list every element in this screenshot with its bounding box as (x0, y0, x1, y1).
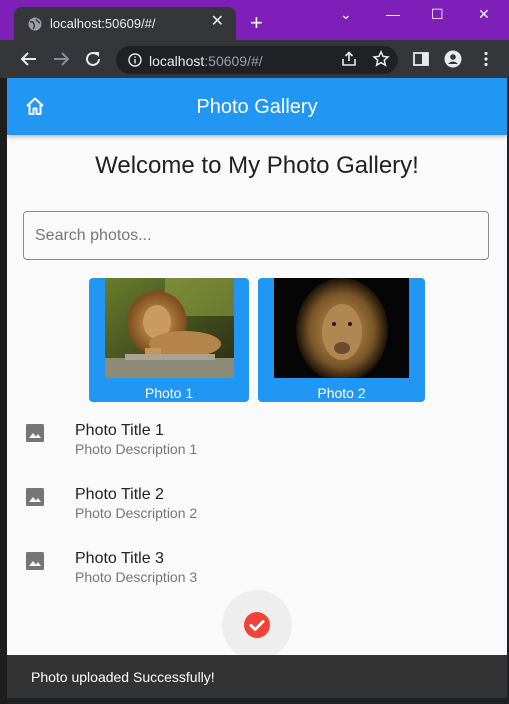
welcome-heading: Welcome to My Photo Gallery! (95, 152, 419, 179)
menu-dots-icon[interactable] (477, 50, 495, 68)
globe-icon (28, 17, 42, 31)
snackbar-message: Photo uploaded Successfully! (31, 669, 215, 685)
tab-title: localhost:50609/#/ (50, 16, 156, 31)
app-title: Photo Gallery (196, 96, 318, 118)
lion-photo-2 (274, 278, 409, 378)
snackbar: Photo uploaded Successfully! (7, 655, 507, 698)
url-text: localhost:50609/#/ (149, 53, 263, 69)
list-item-title: Photo Title 2 (75, 486, 164, 503)
url-path: :50609/#/ (204, 53, 263, 69)
photo-card-2[interactable]: Photo 2 (258, 278, 425, 402)
bookmark-star-icon[interactable] (372, 50, 390, 68)
list-item[interactable]: Photo Title 1 Photo Description 1 (7, 418, 507, 478)
photo-caption-2: Photo 2 (317, 385, 366, 401)
app-viewport: Photo Gallery Welcome to My Photo Galler… (7, 78, 507, 698)
tab-search-icon[interactable]: ⌄ (340, 6, 352, 23)
close-window-button[interactable]: ✕ (478, 6, 490, 23)
reload-icon[interactable] (82, 48, 104, 70)
url-host: localhost (149, 53, 205, 69)
tab-close-icon[interactable]: ✕ (211, 14, 224, 30)
site-info-icon[interactable] (128, 53, 142, 67)
share-icon[interactable] (340, 50, 358, 68)
image-icon (26, 488, 44, 506)
search-input[interactable] (23, 211, 489, 260)
check-circle-icon (244, 612, 270, 638)
list-item-title: Photo Title 3 (75, 550, 164, 567)
minimize-button[interactable]: — (386, 6, 400, 22)
list-item-description: Photo Description 2 (75, 505, 198, 521)
app-bar: Photo Gallery (7, 78, 507, 135)
side-panel-icon[interactable] (412, 50, 430, 68)
new-tab-button[interactable]: + (250, 12, 263, 34)
forward-icon[interactable] (50, 48, 72, 70)
title-bar: localhost:50609/#/ ✕ + ⌄ — ☐ ✕ (0, 0, 509, 40)
window-edge (0, 78, 7, 704)
photo-card-1[interactable]: Photo 1 (89, 278, 249, 402)
profile-icon[interactable] (444, 50, 462, 68)
list-item[interactable]: Photo Title 2 Photo Description 2 (7, 482, 507, 542)
browser-tab[interactable]: localhost:50609/#/ ✕ (14, 7, 236, 40)
list-item-description: Photo Description 1 (75, 441, 198, 457)
maximize-button[interactable]: ☐ (431, 6, 444, 23)
browser-toolbar: localhost:50609/#/ (0, 40, 509, 78)
image-icon (26, 552, 44, 570)
list-item-title: Photo Title 1 (75, 422, 164, 439)
lion-photo-1 (105, 278, 234, 378)
photo-caption-1: Photo 1 (144, 385, 194, 401)
back-icon[interactable] (18, 48, 40, 70)
image-icon (26, 424, 44, 442)
list-item-description: Photo Description 3 (75, 569, 198, 585)
upload-status-button[interactable] (222, 590, 292, 660)
browser-window: localhost:50609/#/ ✕ + ⌄ — ☐ ✕ localhost… (0, 0, 509, 704)
